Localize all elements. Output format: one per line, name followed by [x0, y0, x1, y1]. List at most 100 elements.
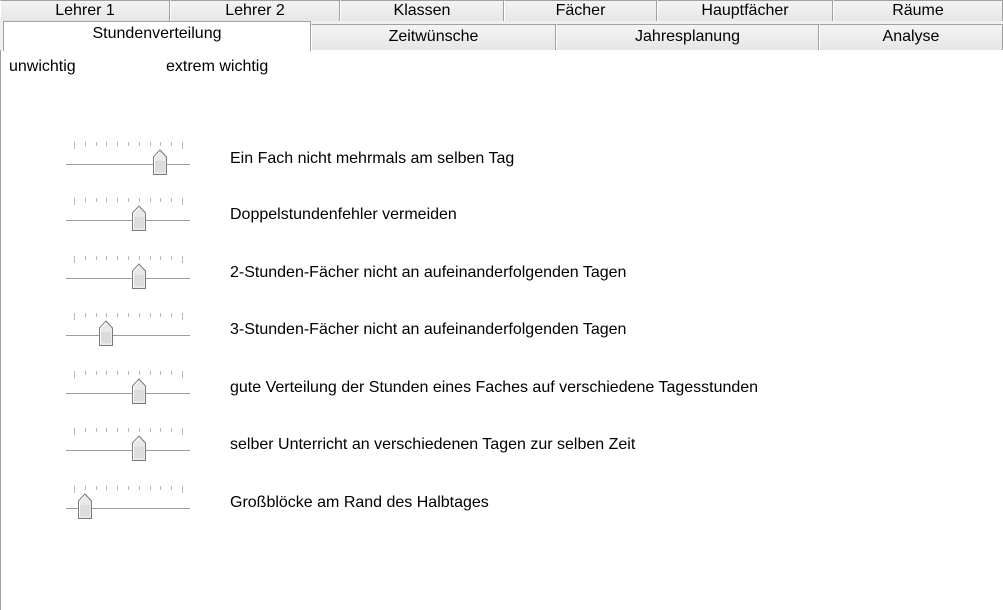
- slider-tick: [74, 486, 75, 493]
- slider-thumb[interactable]: [131, 435, 147, 461]
- slider-tick: [138, 428, 140, 432]
- slider-track: [66, 393, 190, 395]
- slider-tick: [95, 371, 97, 375]
- priority-slider[interactable]: [66, 426, 190, 470]
- tab-raeume[interactable]: Räume: [833, 0, 1003, 21]
- slider-ticks: [66, 256, 190, 263]
- slider-tick: [117, 371, 119, 375]
- tab-hauptfaecher[interactable]: Hauptfächer: [657, 0, 833, 21]
- slider-tick: [128, 371, 129, 375]
- slider-thumb[interactable]: [131, 263, 147, 289]
- slider-tick: [182, 428, 183, 435]
- rule-row: Ein Fach nicht mehrmals am selben Tag: [0, 140, 1003, 184]
- slider-tick: [160, 142, 162, 146]
- tab-lehrer-1[interactable]: Lehrer 1: [0, 0, 170, 21]
- slider-tick: [138, 486, 140, 490]
- slider-tick: [128, 198, 129, 202]
- scale-high-label: extrem wichtig: [166, 58, 269, 75]
- slider-tick: [160, 428, 162, 432]
- priority-slider[interactable]: [66, 196, 190, 240]
- slider-tick: [84, 486, 86, 490]
- slider-thumb[interactable]: [98, 320, 114, 346]
- slider-tick: [117, 486, 119, 490]
- slider-tick: [149, 256, 151, 260]
- slider-tick: [84, 198, 86, 202]
- rule-row: selber Unterricht an verschiedenen Tagen…: [0, 426, 1003, 470]
- slider-tick: [128, 142, 129, 146]
- slider-ticks: [66, 313, 190, 320]
- slider-tick: [106, 428, 108, 432]
- slider-tick: [106, 256, 108, 260]
- priority-slider[interactable]: [66, 311, 190, 355]
- slider-tick: [84, 428, 86, 432]
- slider-tick: [171, 313, 173, 317]
- slider-tick: [106, 142, 108, 146]
- slider-tick: [95, 142, 97, 146]
- rule-row: Großblöcke am Rand des Halbtages: [0, 484, 1003, 528]
- slider-thumb[interactable]: [77, 493, 93, 519]
- slider-tick: [106, 313, 108, 317]
- slider-tick: [74, 142, 75, 149]
- priority-slider[interactable]: [66, 369, 190, 413]
- slider-tick: [84, 371, 86, 375]
- slider-track: [66, 335, 190, 337]
- slider-tick: [182, 313, 183, 320]
- priority-slider[interactable]: [66, 140, 190, 184]
- rule-label: 2-Stunden-Fächer nicht an aufeinanderfol…: [230, 264, 627, 281]
- slider-tick: [106, 198, 108, 202]
- slider-tick: [84, 256, 86, 260]
- slider-tick: [128, 256, 129, 260]
- slider-tick: [182, 198, 183, 205]
- slider-thumb[interactable]: [131, 378, 147, 404]
- slider-tick: [74, 198, 75, 205]
- tab-faecher[interactable]: Fächer: [504, 0, 657, 21]
- tab-row-front: Stundenverteilung Zeitwünsche Jahresplan…: [0, 21, 1003, 51]
- tab-jahresplanung[interactable]: Jahresplanung: [556, 24, 819, 50]
- rule-label: selber Unterricht an verschiedenen Tagen…: [230, 436, 636, 453]
- slider-tick: [74, 428, 75, 435]
- slider-ticks: [66, 198, 190, 205]
- tab-stundenverteilung[interactable]: Stundenverteilung: [3, 21, 311, 51]
- slider-tick: [171, 198, 173, 202]
- slider-tick: [128, 428, 129, 432]
- slider-tick: [182, 142, 183, 149]
- tab-analyse[interactable]: Analyse: [819, 24, 1003, 50]
- tab-lehrer-2[interactable]: Lehrer 2: [170, 0, 340, 21]
- rule-label: Doppelstundenfehler vermeiden: [230, 206, 457, 223]
- rule-row: gute Verteilung der Stunden eines Faches…: [0, 369, 1003, 413]
- slider-tick: [138, 313, 140, 317]
- slider-ticks: [66, 428, 190, 435]
- slider-tick: [95, 256, 97, 260]
- slider-tick: [117, 428, 119, 432]
- slider-thumb[interactable]: [152, 149, 168, 175]
- slider-ticks: [66, 371, 190, 378]
- slider-tick: [138, 142, 140, 146]
- priority-slider[interactable]: [66, 254, 190, 298]
- slider-tick: [149, 428, 151, 432]
- slider-tick: [171, 428, 173, 432]
- slider-tick: [149, 142, 151, 146]
- slider-tick: [117, 313, 119, 317]
- scale-low-label: unwichtig: [9, 58, 76, 75]
- slider-tick: [171, 142, 173, 146]
- slider-thumb[interactable]: [131, 205, 147, 231]
- slider-tick: [160, 256, 162, 260]
- slider-tick: [160, 313, 162, 317]
- slider-tick: [106, 486, 108, 490]
- tab-row-back: Lehrer 1 Lehrer 2 Klassen Fächer Hauptfä…: [0, 0, 1003, 21]
- slider-tick: [74, 313, 75, 320]
- slider-tick: [171, 486, 173, 490]
- rule-row: 2-Stunden-Fächer nicht an aufeinanderfol…: [0, 254, 1003, 298]
- priority-slider[interactable]: [66, 484, 190, 528]
- slider-tick: [128, 313, 129, 317]
- slider-tick: [138, 256, 140, 260]
- tab-klassen[interactable]: Klassen: [340, 0, 504, 21]
- slider-tick: [149, 486, 151, 490]
- tab-zeitwuensche[interactable]: Zeitwünsche: [311, 24, 556, 50]
- slider-tick: [160, 486, 162, 490]
- rule-label: 3-Stunden-Fächer nicht an aufeinanderfol…: [230, 321, 627, 338]
- slider-tick: [160, 371, 162, 375]
- slider-tick: [117, 198, 119, 202]
- rule-label: gute Verteilung der Stunden eines Faches…: [230, 379, 759, 396]
- slider-track: [66, 220, 190, 222]
